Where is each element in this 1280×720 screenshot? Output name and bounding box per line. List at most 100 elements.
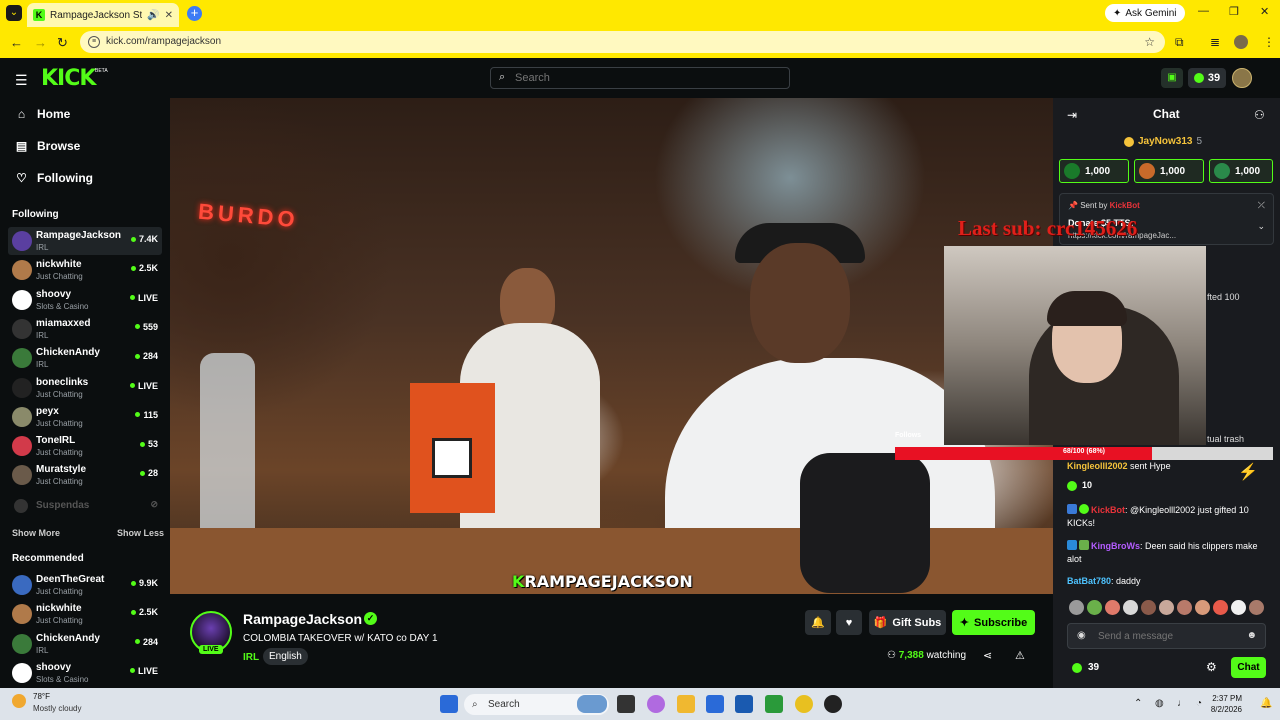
chat-input[interactable]: [1068, 624, 1265, 648]
chat-kicks-balance[interactable]: 39: [1072, 662, 1099, 673]
sidebar-channel[interactable]: nickwhite Just Chatting 2.5K: [8, 256, 162, 284]
sidebar-channel-offline[interactable]: Suspendas ⊘: [8, 492, 162, 520]
sidebar-channel[interactable]: ChickenAndy IRL 284: [8, 344, 162, 372]
address-bar[interactable]: ≡ kick.com/rampagejackson ☆: [80, 31, 1165, 53]
kick-logo[interactable]: KICK: [41, 66, 96, 91]
site-info-icon[interactable]: ≡: [88, 36, 100, 48]
nav-home[interactable]: ⌂ Home: [15, 107, 70, 121]
streamer-name[interactable]: RampageJackson: [243, 611, 362, 627]
top-gifter[interactable]: JayNow313 5: [1124, 136, 1202, 147]
chat-username[interactable]: BatBat780: [1067, 576, 1111, 586]
outlook-icon[interactable]: [735, 695, 753, 713]
sidebar-channel[interactable]: nickwhite Just Chatting 2.5K: [8, 600, 162, 628]
show-more-link[interactable]: Show More: [12, 528, 60, 538]
nav-following[interactable]: ♡ Following: [15, 171, 93, 185]
search-box[interactable]: ⌕: [490, 67, 790, 89]
emote-icon[interactable]: [1087, 600, 1102, 615]
gift-subs-button[interactable]: 🎁 Gift Subs: [869, 610, 946, 635]
emote-icon[interactable]: [1159, 600, 1174, 615]
chat-username[interactable]: KingBroWs: [1091, 541, 1140, 551]
network-icon[interactable]: ◔: [1196, 698, 1202, 709]
kick-leaderboard-card[interactable]: 1,000: [1209, 159, 1273, 183]
sidebar-channel[interactable]: RampageJackson IRL 7.4K: [8, 227, 162, 255]
chat-input-box[interactable]: ◉ ☻: [1067, 623, 1266, 649]
nav-browse[interactable]: ▤ Browse: [15, 139, 81, 153]
sidebar-channel[interactable]: ChickenAndy IRL 284: [8, 630, 162, 658]
collapse-chat-icon[interactable]: ⇥: [1067, 108, 1077, 122]
search-input[interactable]: [491, 68, 789, 88]
taskbar-clock[interactable]: 2:37 PM 8/2/2026: [1208, 693, 1242, 715]
sidebar-channel[interactable]: boneclinks Just Chatting LIVE: [8, 374, 162, 402]
start-windows-icon[interactable]: [440, 695, 458, 713]
emote-icon[interactable]: [1231, 600, 1246, 615]
xbox-icon[interactable]: [765, 695, 783, 713]
notifications-icon[interactable]: 🔔: [1260, 698, 1272, 709]
report-icon[interactable]: ⚠: [1015, 649, 1025, 662]
tab-search-icon[interactable]: ⌄: [6, 5, 22, 21]
stream-language-tag[interactable]: English: [263, 648, 308, 665]
browser-menu-icon[interactable]: ⋮: [1263, 35, 1275, 49]
tray-chevron-icon[interactable]: ⌃: [1134, 698, 1142, 709]
chat-mode-icon[interactable]: ◉: [1077, 630, 1086, 641]
reload-icon[interactable]: ↻: [57, 35, 68, 51]
speaker-icon[interactable]: 🔊: [147, 10, 159, 21]
stream-category[interactable]: IRL: [243, 652, 259, 663]
notification-bell-icon[interactable]: 🔔: [805, 610, 831, 635]
restore-icon[interactable]: ❐: [1229, 5, 1239, 18]
close-tab-icon[interactable]: ✕: [165, 10, 173, 21]
kick-rewards-icon[interactable]: ▣: [1161, 68, 1183, 88]
search-highlight-icon[interactable]: [577, 695, 607, 713]
chat-settings-gear-icon[interactable]: ⚙: [1206, 660, 1217, 674]
chrome-icon[interactable]: [795, 695, 813, 713]
forward-icon[interactable]: →: [34, 35, 47, 50]
emoji-icon[interactable]: ☻: [1246, 630, 1257, 641]
close-window-icon[interactable]: ✕: [1260, 5, 1269, 18]
emote-icon[interactable]: [1249, 600, 1264, 615]
browser-tab[interactable]: K RampageJackson Stream - 🔊 ✕: [27, 3, 179, 27]
new-tab-button[interactable]: +: [187, 6, 202, 21]
profile-avatar[interactable]: [1234, 35, 1248, 49]
chat-username[interactable]: KickBot: [1091, 505, 1125, 515]
kicks-balance-button[interactable]: 39: [1188, 68, 1226, 88]
share-icon[interactable]: ⋖: [983, 649, 992, 662]
kick-leaderboard-card[interactable]: 1,000: [1134, 159, 1204, 183]
ask-gemini-button[interactable]: ✦ Ask Gemini: [1105, 4, 1185, 22]
microphone-icon[interactable]: ♩: [1177, 698, 1187, 709]
emote-icon[interactable]: [1213, 600, 1228, 615]
sidebar-channel[interactable]: shoovy Slots & Casino LIVE: [8, 286, 162, 314]
sidebar-channel[interactable]: ToneIRL Just Chatting 53: [8, 432, 162, 460]
store-icon[interactable]: [706, 695, 724, 713]
emote-icon[interactable]: [1105, 600, 1120, 615]
tray-app-icon[interactable]: ◍: [1155, 698, 1164, 709]
obs-icon[interactable]: [824, 695, 842, 713]
emote-icon[interactable]: [1069, 600, 1084, 615]
follow-heart-icon[interactable]: ♥: [836, 610, 862, 635]
reading-list-icon[interactable]: ≣: [1210, 35, 1220, 49]
task-view-icon[interactable]: [617, 695, 635, 713]
emote-icon[interactable]: [1177, 600, 1192, 615]
emote-icon[interactable]: [1195, 600, 1210, 615]
emote-icon[interactable]: [1123, 600, 1138, 615]
copilot-icon[interactable]: [647, 695, 665, 713]
sidebar-channel[interactable]: Muratstyle Just Chatting 28: [8, 461, 162, 489]
chat-users-icon[interactable]: ⚇: [1254, 108, 1265, 122]
chat-username[interactable]: Kingleolll2002: [1067, 461, 1128, 471]
sidebar-channel[interactable]: DeenTheGreat Just Chatting 9.9K: [8, 571, 162, 599]
sidebar-channel[interactable]: miamaxxed IRL 559: [8, 315, 162, 343]
file-explorer-icon[interactable]: [677, 695, 695, 713]
bookmark-star-icon[interactable]: ☆: [1144, 31, 1155, 53]
extensions-icon[interactable]: ⧉: [1175, 35, 1184, 50]
sidebar-channel[interactable]: peyx Just Chatting 115: [8, 403, 162, 431]
menu-icon[interactable]: ☰: [15, 72, 28, 89]
show-less-link[interactable]: Show Less: [117, 528, 164, 538]
back-icon[interactable]: ←: [10, 35, 23, 50]
user-avatar[interactable]: [1232, 68, 1252, 88]
expand-chevron-icon[interactable]: ⌄: [1257, 221, 1265, 232]
subscribe-button[interactable]: ✦ Subscribe: [952, 610, 1035, 635]
chat-send-button[interactable]: Chat: [1231, 657, 1266, 678]
emote-icon[interactable]: [1141, 600, 1156, 615]
minimize-icon[interactable]: —: [1198, 5, 1209, 17]
kick-leaderboard-card[interactable]: 1,000: [1059, 159, 1129, 183]
unpin-icon[interactable]: ⤫: [1258, 200, 1265, 211]
sidebar-channel[interactable]: shoovy Slots & Casino LIVE: [8, 659, 162, 687]
